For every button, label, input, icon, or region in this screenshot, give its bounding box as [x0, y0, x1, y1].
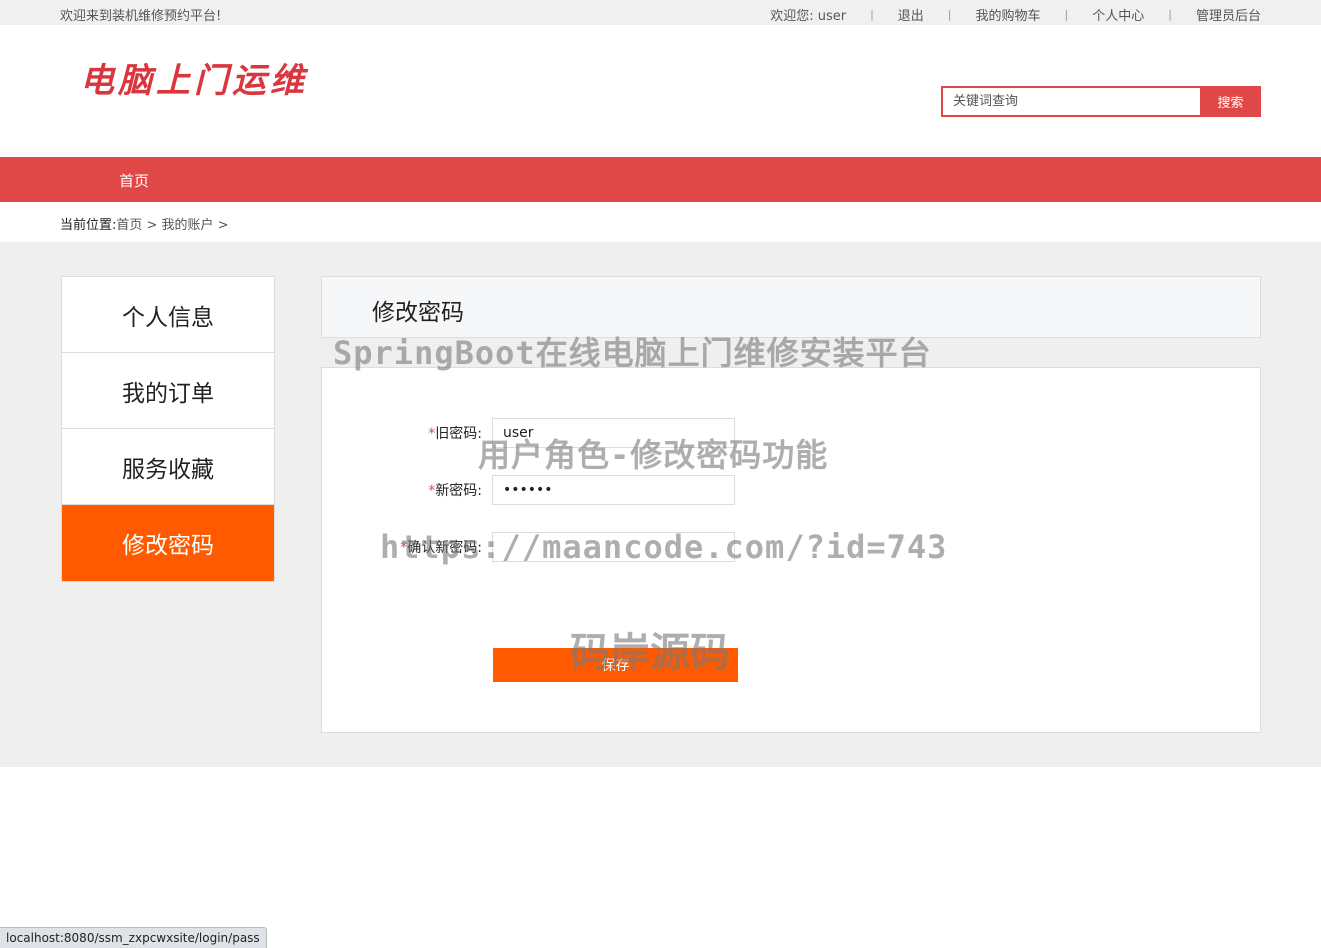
- user-greeting: 欢迎您: user: [770, 9, 847, 24]
- breadcrumb-label: 当前位置:: [60, 218, 117, 233]
- sidebar-item-change-password[interactable]: 修改密码: [62, 505, 274, 581]
- profile-link[interactable]: 个人中心: [1092, 5, 1144, 24]
- top-bar: 欢迎来到装机维修预约平台! 欢迎您: user | 退出 | 我的购物车 | 个…: [0, 0, 1321, 25]
- old-password-label: *旧密码:: [428, 426, 482, 442]
- old-password-row: *旧密码:: [322, 418, 735, 448]
- page-title: 修改密码: [372, 300, 464, 326]
- divider: |: [947, 8, 952, 21]
- search-bar: 搜索: [941, 86, 1261, 117]
- confirm-password-row: *确认新密码:: [322, 532, 735, 562]
- breadcrumb-path[interactable]: 首页 > 我的账户 >: [116, 218, 228, 233]
- search-input[interactable]: [941, 86, 1200, 117]
- confirm-password-label: *确认新密码:: [400, 540, 482, 556]
- sidebar-item-favorites[interactable]: 服务收藏: [62, 429, 274, 505]
- divider: |: [870, 8, 874, 21]
- logout-link[interactable]: 退出: [898, 5, 924, 24]
- sidebar-item-orders[interactable]: 我的订单: [62, 353, 274, 429]
- site-logo[interactable]: 电脑上门运维: [80, 53, 308, 102]
- confirm-password-input[interactable]: [492, 532, 735, 562]
- main-nav: 首页: [0, 157, 1321, 202]
- old-password-input[interactable]: [492, 418, 735, 448]
- welcome-text: 欢迎来到装机维修预约平台!: [60, 9, 222, 24]
- admin-link[interactable]: 管理员后台: [1196, 5, 1261, 24]
- divider: |: [1168, 8, 1172, 21]
- top-links: 欢迎您: user | 退出 | 我的购物车 | 个人中心 | 管理员后台: [770, 5, 1261, 24]
- save-button[interactable]: 保存: [493, 648, 738, 682]
- header: 电脑上门运维 搜索: [0, 25, 1321, 157]
- password-form: *旧密码: *新密码: *确认新密码: 保存: [321, 367, 1261, 733]
- search-button[interactable]: 搜索: [1200, 86, 1261, 117]
- sidebar-item-profile[interactable]: 个人信息: [62, 277, 274, 353]
- new-password-row: *新密码:: [322, 475, 735, 505]
- nav-home[interactable]: 首页: [119, 170, 149, 191]
- new-password-label: *新密码:: [428, 483, 482, 499]
- divider: |: [1064, 8, 1069, 21]
- browser-status-url: localhost:8080/ssm_zxpcwxsite/login/pass: [0, 927, 267, 948]
- panel-header: 修改密码: [321, 276, 1261, 338]
- main-content: 个人信息 我的订单 服务收藏 修改密码 修改密码 *旧密码: *新密码: *确认…: [0, 242, 1321, 767]
- account-sidebar: 个人信息 我的订单 服务收藏 修改密码: [61, 276, 275, 582]
- cart-link[interactable]: 我的购物车: [976, 5, 1041, 24]
- new-password-input[interactable]: [492, 475, 735, 505]
- breadcrumb: 当前位置:首页 > 我的账户 >: [0, 202, 1321, 242]
